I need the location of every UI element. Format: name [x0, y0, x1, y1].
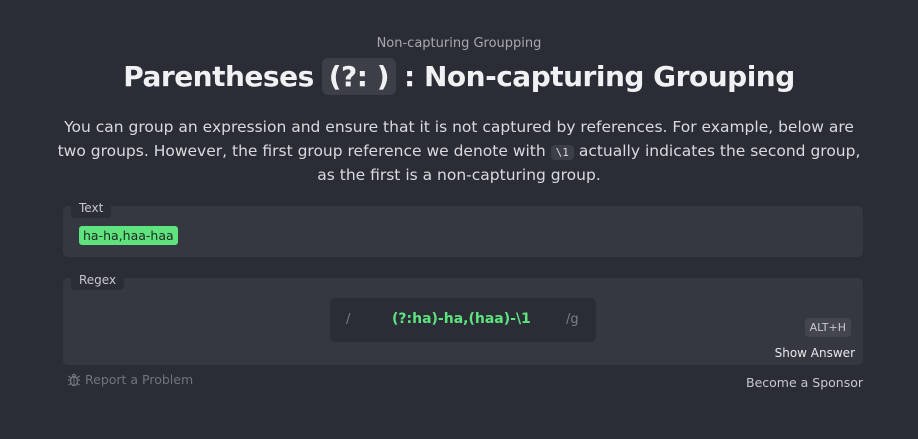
report-problem-label: Report a Problem: [85, 372, 194, 387]
text-panel: Text ha-ha,haa-haa: [63, 198, 863, 257]
become-sponsor-link[interactable]: Become a Sponsor: [746, 375, 863, 390]
regex-flags: /g: [566, 312, 579, 327]
lesson-description: You can group an expression and ensure t…: [55, 116, 863, 188]
lesson-subtitle: Non-capturing Groupping: [376, 36, 542, 51]
regex-panel: Regex / (?:ha)-ha,(haa)-\1 /g ALT+H Show…: [63, 270, 863, 365]
regex-panel-label: Regex: [71, 270, 125, 290]
report-problem-link[interactable]: Report a Problem: [67, 372, 193, 387]
keyboard-shortcut-badge: ALT+H: [804, 318, 851, 337]
show-answer-button[interactable]: Show Answer: [775, 346, 855, 360]
text-panel-label: Text: [71, 198, 112, 218]
title-suffix: : Non-capturing Grouping: [404, 60, 795, 93]
title-code: (?: ): [321, 58, 397, 95]
regex-open-slash: /: [346, 312, 351, 327]
bug-icon: [67, 373, 81, 387]
page-title: Parentheses (?: ) : Non-capturing Groupi…: [0, 58, 918, 95]
regex-input[interactable]: (?:ha)-ha,(haa)-\1: [392, 311, 531, 327]
description-inline-code: \1: [550, 144, 574, 160]
title-prefix: Parentheses: [123, 60, 314, 93]
regex-input-box[interactable]: / (?:ha)-ha,(haa)-\1 /g: [330, 298, 596, 342]
matched-text-chip: ha-ha,haa-haa: [79, 226, 178, 245]
